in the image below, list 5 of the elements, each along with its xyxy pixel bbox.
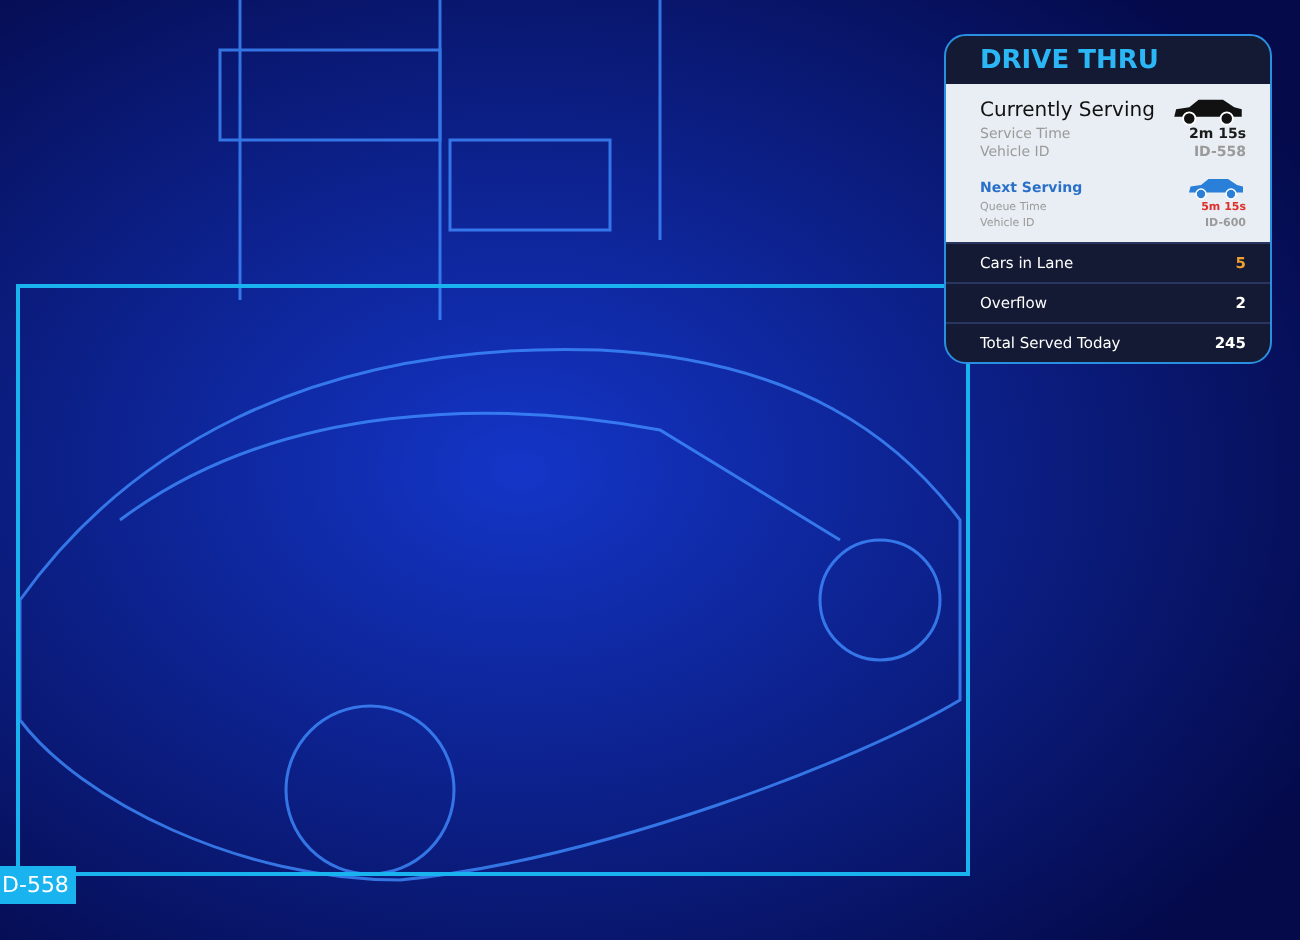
section-heading: Currently Serving xyxy=(980,100,1155,122)
car-icon xyxy=(1170,96,1246,126)
panel-title: DRIVE THRU xyxy=(978,44,1161,80)
detection-label: D-558 xyxy=(0,866,77,904)
car-icon xyxy=(1186,176,1246,200)
